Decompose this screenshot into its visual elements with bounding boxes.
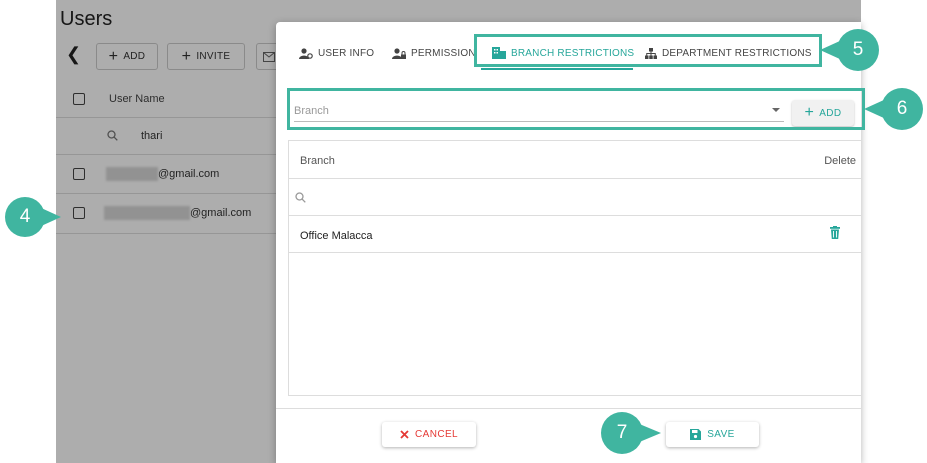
tab-user-info[interactable]: USER INFO [299,35,374,71]
callout-number-6: 6 [896,98,908,119]
tab-permission[interactable]: PERMISSION [392,35,476,71]
callout-pointer-7 [637,423,661,443]
branch-column-header: Branch [300,155,335,167]
close-icon [400,430,409,439]
branch-filter-row[interactable] [289,179,862,216]
user-cog-icon [299,47,313,59]
save-label: SAVE [707,429,735,440]
active-tab-indicator [481,68,633,70]
callout-pointer-6 [864,99,886,119]
callout-pointer-4 [39,207,61,227]
tab-permission-label: PERMISSION [411,47,476,59]
delete-column-header: Delete [824,155,856,167]
callout-marker-6: 6 [864,88,923,130]
tab-user-info-label: USER INFO [318,47,375,59]
callout-pointer-5 [820,40,842,60]
callout-marker-7: 7 [601,412,661,454]
branch-table: Branch Delete Office Malacca [288,140,862,396]
search-icon [295,192,306,203]
cancel-button[interactable]: CANCEL [382,422,476,447]
table-row: Office Malacca [289,216,862,253]
branch-name: Office Malacca [300,230,373,242]
highlight-branch-box [287,88,865,130]
callout-marker-5: 5 [820,29,879,71]
floppy-disk-icon [690,429,702,440]
save-button[interactable]: SAVE [666,422,759,447]
screenshot-stage: Users ❮ + ADD + INVITE User Name thari @… [0,0,927,463]
callout-number-5: 5 [852,39,864,60]
user-lock-icon [392,47,406,59]
trash-icon[interactable] [830,226,840,239]
footer-divider [276,408,861,409]
highlight-tabs-box [474,34,822,67]
branch-table-header: Branch Delete [289,141,862,179]
callout-marker-4: 4 [5,197,61,237]
cancel-label: CANCEL [415,429,458,440]
callout-number-4: 4 [19,206,31,227]
callout-number-7: 7 [616,422,628,443]
